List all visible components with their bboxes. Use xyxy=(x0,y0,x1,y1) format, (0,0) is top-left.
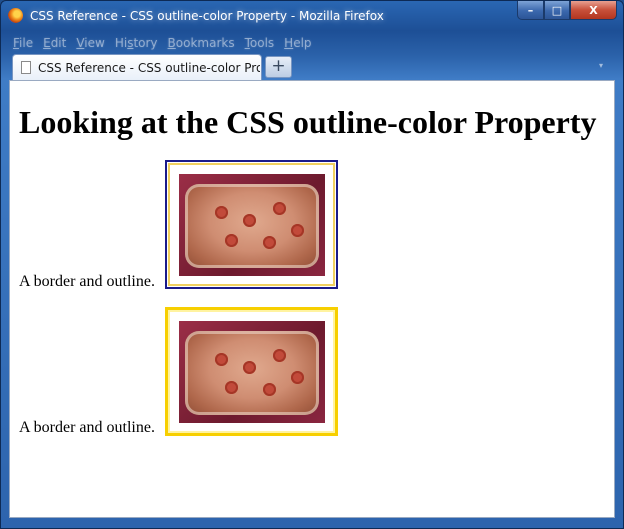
tab-list-arrow-icon[interactable]: ▾ xyxy=(599,61,603,70)
tomato-slice xyxy=(273,202,286,215)
tomato-slice xyxy=(215,206,228,219)
menu-edit[interactable]: Edit xyxy=(43,36,66,52)
outlined-image xyxy=(165,307,338,436)
tomato-slice xyxy=(291,224,304,237)
window-title: CSS Reference - CSS outline-color Proper… xyxy=(30,9,384,23)
tomato-slice xyxy=(291,371,304,384)
page-content[interactable]: Looking at the CSS outline-color Propert… xyxy=(9,80,615,518)
tomato-slice xyxy=(243,361,256,374)
example-label: A border and outline. xyxy=(19,273,155,290)
example-label: A border and outline. xyxy=(19,419,155,436)
new-tab-button[interactable]: + xyxy=(265,56,292,78)
page-icon xyxy=(21,61,31,74)
menu-help[interactable]: Help xyxy=(284,36,311,52)
baking-dish xyxy=(185,331,319,415)
tomato-slice xyxy=(273,349,286,362)
close-button[interactable]: X xyxy=(570,1,617,20)
tomato-slice xyxy=(225,234,238,247)
food-image xyxy=(179,321,325,423)
baking-dish xyxy=(185,184,319,268)
menu-bar: File Edit View History Bookmarks Tools H… xyxy=(13,36,322,52)
menu-bookmarks[interactable]: Bookmarks xyxy=(168,36,235,52)
page-heading: Looking at the CSS outline-color Propert… xyxy=(19,104,597,140)
tomato-slice xyxy=(243,214,256,227)
tomato-slice xyxy=(263,383,276,396)
menu-file[interactable]: File xyxy=(13,36,33,52)
menu-view[interactable]: View xyxy=(76,36,104,52)
firefox-logo-icon[interactable] xyxy=(8,8,23,23)
tomato-slice xyxy=(215,353,228,366)
window-controls: – □ X xyxy=(517,1,617,21)
maximize-button[interactable]: □ xyxy=(544,1,570,20)
tomato-slice xyxy=(263,236,276,249)
tab-active[interactable]: CSS Reference - CSS outline-color Prope.… xyxy=(12,54,262,80)
outlined-image xyxy=(165,160,338,289)
food-image xyxy=(179,174,325,276)
menu-history[interactable]: History xyxy=(115,36,158,52)
minimize-button[interactable]: – xyxy=(517,1,544,20)
tomato-slice xyxy=(225,381,238,394)
browser-window: CSS Reference - CSS outline-color Proper… xyxy=(0,0,624,529)
menu-tools[interactable]: Tools xyxy=(245,36,275,52)
tab-label: CSS Reference - CSS outline-color Prope.… xyxy=(38,61,260,75)
title-bar[interactable]: CSS Reference - CSS outline-color Proper… xyxy=(1,1,623,31)
